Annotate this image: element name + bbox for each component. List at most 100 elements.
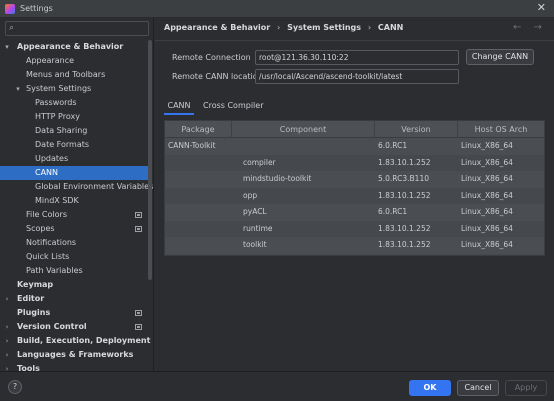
window-title: Settings [20, 4, 53, 13]
cell-version: 1.83.10.1.252 [378, 240, 431, 249]
project-level-icon [135, 324, 142, 330]
tree-item-path-variables[interactable]: Path Variables [0, 264, 150, 278]
project-level-icon [135, 212, 142, 218]
tree-item-data-sharing[interactable]: Data Sharing [0, 124, 150, 138]
chevron-right-icon[interactable]: › [3, 334, 11, 348]
help-button[interactable]: ? [8, 380, 22, 394]
settings-search-input[interactable]: ⌕ [5, 21, 149, 36]
tree-item-http-proxy[interactable]: HTTP Proxy [0, 110, 150, 124]
chevron-right-icon[interactable]: › [3, 320, 11, 334]
cell-host-os-arch: Linux_X86_64 [461, 207, 513, 216]
column-header-host-os-arch[interactable]: Host OS Arch [458, 121, 544, 138]
cell-package: CANN-Toolkit [168, 141, 216, 150]
tree-item-label: File Colors [26, 210, 67, 219]
tree-item-label: Keymap [17, 280, 54, 289]
cell-version: 1.83.10.1.252 [378, 223, 431, 233]
cell-version: 6.0.RC1 [378, 141, 408, 150]
project-level-icon [135, 310, 142, 316]
tree-item-label: Appearance & Behavior [17, 42, 124, 51]
remote-cann-location-field[interactable]: /usr/local/Ascend/ascend-toolkit/latest [255, 69, 459, 84]
tree-item-label: Editor [17, 294, 45, 303]
tree-item-notifications[interactable]: Notifications [0, 236, 150, 250]
table-row[interactable]: toolkit 1.83.10.1.252 Linux_X86_64 [165, 237, 544, 254]
column-header-component[interactable]: Component [232, 121, 375, 138]
tree-item-label: Passwords [35, 98, 77, 107]
ok-button[interactable]: OK [409, 380, 451, 396]
apply-button[interactable]: Apply [505, 380, 547, 396]
cell-component: runtime [243, 223, 273, 233]
table-row[interactable]: CANN-Toolkit 6.0.RC1 Linux_X86_64 [165, 138, 544, 155]
window-titlebar: Settings ✕ [0, 0, 554, 18]
tree-item-label: Notifications [26, 238, 77, 247]
tree-item-label: CANN [35, 168, 59, 177]
cell-host-os-arch: Linux_X86_64 [461, 223, 513, 233]
tree-item-label: Path Variables [26, 266, 83, 275]
tree-item-label: System Settings [26, 84, 92, 93]
cell-component: opp [243, 190, 258, 200]
tree-item-build-execution-deployment[interactable]: › Build, Execution, Deployment [0, 334, 151, 348]
tree-item-file-colors[interactable]: File Colors [0, 208, 150, 222]
tree-item-system-settings[interactable]: ▾ System Settings [0, 82, 150, 96]
cancel-button[interactable]: Cancel [457, 380, 499, 396]
cell-component: pyACL [243, 207, 267, 216]
tab-cann[interactable]: CANN [164, 99, 194, 115]
tree-item-version-control[interactable]: › Version Control [0, 320, 150, 334]
table-row[interactable]: pyACL 6.0.RC1 Linux_X86_64 [165, 204, 544, 221]
breadcrumb: Appearance & Behavior › System Settings … [164, 23, 407, 32]
tree-item-mindx-sdk[interactable]: MindX SDK [0, 194, 150, 208]
table-row[interactable]: runtime 1.83.10.1.252 Linux_X86_64 [165, 220, 544, 237]
settings-tree: ▾ Appearance & Behavior Appearance Menus… [0, 40, 153, 376]
tree-item-label: MindX SDK [35, 196, 79, 205]
tree-item-languages-frameworks[interactable]: › Languages & Frameworks [0, 348, 150, 362]
breadcrumb-item: Appearance & Behavior [164, 23, 271, 32]
chevron-down-icon[interactable]: ▾ [3, 40, 11, 54]
tree-item-passwords[interactable]: Passwords [0, 96, 150, 110]
tree-item-label: Languages & Frameworks [17, 350, 134, 359]
chevron-right-icon[interactable]: › [3, 292, 11, 306]
cell-host-os-arch: Linux_X86_64 [461, 157, 513, 167]
tree-item-label: Quick Lists [26, 252, 70, 261]
cell-component: mindstudio-toolkit [243, 174, 312, 183]
tree-item-quick-lists[interactable]: Quick Lists [0, 250, 150, 264]
tree-item-menus-toolbars[interactable]: Menus and Toolbars [0, 68, 150, 82]
tree-item-date-formats[interactable]: Date Formats [0, 138, 150, 152]
column-header-package[interactable]: Package [165, 121, 232, 138]
table-row[interactable]: compiler 1.83.10.1.252 Linux_X86_64 [165, 154, 544, 171]
tree-item-keymap[interactable]: Keymap [0, 278, 150, 292]
tab-cross-compiler[interactable]: Cross Compiler [203, 99, 263, 115]
table-row[interactable]: opp 1.83.10.1.252 Linux_X86_64 [165, 187, 544, 204]
tree-item-plugins[interactable]: Plugins [0, 306, 150, 320]
remote-connection-label: Remote Connection [172, 53, 251, 62]
cell-host-os-arch: Linux_X86_64 [461, 141, 513, 150]
tree-item-appearance[interactable]: Appearance [0, 54, 150, 68]
cell-component: compiler [243, 157, 276, 167]
project-level-icon [135, 226, 142, 232]
forward-arrow-icon[interactable]: → [534, 22, 542, 33]
sidebar-scrollbar[interactable] [148, 40, 152, 280]
tree-item-label: Menus and Toolbars [26, 70, 106, 79]
close-window-icon[interactable]: ✕ [537, 2, 546, 14]
remote-connection-field[interactable]: root@121.36.30.110:22 [255, 50, 459, 65]
back-arrow-icon[interactable]: ← [513, 22, 521, 33]
remote-cann-location-label: Remote CANN location [172, 72, 263, 81]
change-cann-button[interactable]: Change CANN [466, 49, 534, 65]
tree-item-cann[interactable]: CANN [0, 166, 150, 180]
chevron-down-icon[interactable]: ▾ [14, 82, 22, 96]
tree-item-editor[interactable]: › Editor [0, 292, 150, 306]
cell-version: 6.0.RC1 [378, 207, 408, 216]
tree-item-scopes[interactable]: Scopes [0, 222, 150, 236]
dialog-footer: ? OK Cancel Apply [0, 371, 554, 401]
tree-item-label: Date Formats [35, 140, 90, 149]
tree-item-global-env-vars[interactable]: Global Environment Variables [0, 180, 153, 194]
breadcrumb-separator: › [367, 23, 372, 32]
tree-item-appearance-behavior[interactable]: ▾ Appearance & Behavior [0, 40, 150, 54]
tree-item-label: Version Control [17, 322, 87, 331]
cell-version: 1.83.10.1.252 [378, 157, 431, 167]
cell-version: 5.0.RC3.B110 [378, 174, 430, 183]
table-row[interactable]: mindstudio-toolkit 5.0.RC3.B110 Linux_X8… [165, 171, 544, 188]
cell-host-os-arch: Linux_X86_64 [461, 240, 513, 249]
tree-item-updates[interactable]: Updates [0, 152, 150, 166]
tree-item-label: Plugins [17, 308, 51, 317]
column-header-version[interactable]: Version [375, 121, 458, 138]
chevron-right-icon[interactable]: › [3, 348, 11, 362]
